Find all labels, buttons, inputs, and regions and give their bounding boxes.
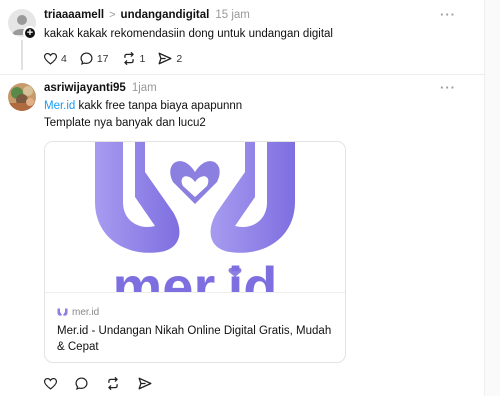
share-count: 2	[176, 52, 183, 65]
post-text: kakak kakak rekomendasiin dong untuk und…	[44, 28, 333, 40]
repost-button[interactable]: 1	[122, 52, 146, 65]
share-button[interactable]: 2	[158, 52, 182, 65]
like-count: 4	[61, 52, 67, 65]
like-button[interactable]	[44, 377, 57, 390]
action-bar	[44, 377, 165, 390]
share-button[interactable]	[138, 377, 152, 390]
comment-icon	[75, 377, 88, 390]
post-link[interactable]: Mer.id	[44, 100, 75, 112]
follow-plus-icon[interactable]: +	[23, 26, 37, 40]
community-name[interactable]: undangandigital	[121, 9, 210, 21]
comment-icon	[80, 52, 93, 65]
username[interactable]: triaaaamell	[44, 9, 104, 21]
merid-logo: mer.id	[95, 142, 295, 293]
scrollbar[interactable]	[484, 0, 500, 396]
post-text-line2: Template nya banyak dan lucu2	[44, 117, 206, 129]
logo-wordmark: mer.id	[113, 255, 278, 293]
more-options-icon[interactable]: ···	[440, 7, 456, 22]
username[interactable]: asriwijayanti95	[44, 82, 126, 94]
link-title[interactable]: Mer.id - Undangan Nikah Online Digital G…	[57, 323, 337, 355]
repost-count: 1	[139, 52, 146, 65]
heart-icon	[44, 377, 57, 390]
post-text-line1: kakk free tanpa biaya apapunnn	[75, 100, 243, 112]
reply-button[interactable]	[75, 377, 88, 390]
repost-icon	[123, 52, 134, 65]
like-button[interactable]: 4	[44, 52, 67, 65]
post-reply: + triaaaamell > undangandigital 15 jam ·…	[0, 0, 484, 74]
avatar[interactable]	[8, 83, 36, 111]
reply-button[interactable]: 17	[80, 52, 109, 65]
link-preview-image: mer.id	[45, 142, 345, 293]
more-options-icon[interactable]: ···	[440, 80, 456, 95]
chevron-right-icon: >	[109, 9, 116, 21]
timestamp: 1jam	[131, 82, 157, 94]
reply-count: 17	[96, 52, 109, 65]
send-icon	[158, 52, 172, 65]
action-bar: 4 17 1 2	[44, 52, 195, 65]
heart-icon	[44, 52, 57, 65]
send-icon	[138, 377, 152, 390]
timestamp: 15 jam	[215, 9, 250, 21]
avatar-photo	[8, 83, 36, 111]
link-domain: mer.id	[57, 307, 99, 318]
repost-button[interactable]	[106, 377, 120, 390]
link-preview-card[interactable]: mer.id mer.id Mer.id - Undangan Nikah On…	[44, 141, 346, 363]
thread-line	[21, 40, 23, 70]
post-text: Mer.id kakk free tanpa biaya apapunnn	[44, 98, 242, 115]
merid-favicon-icon	[57, 308, 68, 316]
link-domain-text: mer.id	[72, 307, 100, 318]
repost-icon	[108, 377, 118, 390]
